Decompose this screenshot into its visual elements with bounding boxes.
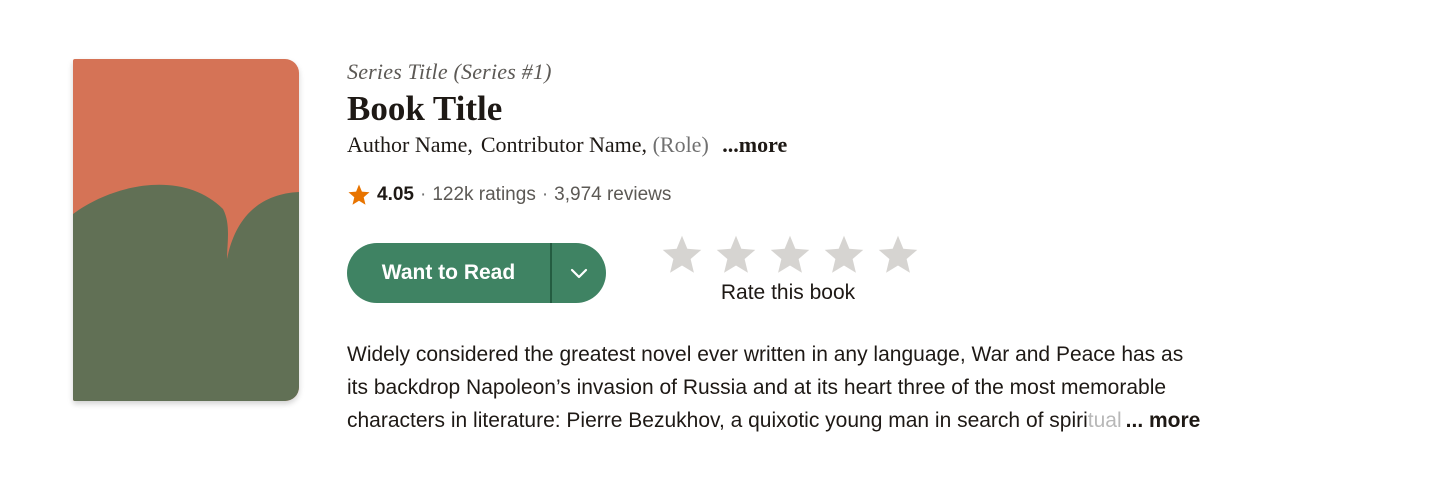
rating-stars: [660, 233, 920, 277]
want-to-read-button[interactable]: Want to Read: [347, 243, 550, 303]
rating-summary[interactable]: 4.05 · 122k ratings · 3,974 reviews: [347, 180, 1307, 210]
description-line: Widely considered the greatest novel eve…: [347, 343, 1184, 366]
separator: ·: [541, 184, 549, 205]
rate-star-4-icon[interactable]: [822, 233, 866, 277]
contributor-name[interactable]: Contributor Name,: [481, 132, 647, 157]
star-icon: [348, 184, 370, 205]
description-line: its backdrop Napoleon’s invasion of Russ…: [347, 376, 1167, 399]
book-description: Widely considered the greatest novel eve…: [347, 338, 1307, 437]
series-title[interactable]: Series Title (Series #1): [347, 58, 1307, 86]
contributor-role: (Role): [652, 132, 709, 157]
book-actions: Want to Read Rate this book: [347, 235, 920, 305]
rate-star-3-icon[interactable]: [768, 233, 812, 277]
rate-this-book-label: Rate this book: [720, 281, 856, 304]
rate-star-2-icon[interactable]: [714, 233, 758, 277]
want-to-read-control: Want to Read: [347, 243, 606, 303]
description-faded-text: tual: [1087, 409, 1122, 432]
chevron-down-icon: [570, 268, 588, 279]
reviews-count[interactable]: 3,974 reviews: [554, 184, 671, 206]
rate-this-book: Rate this book: [660, 233, 920, 305]
description-line: characters in literature: Pierre Bezukho…: [347, 404, 1307, 437]
book-cover-art: [73, 59, 299, 401]
description-text: characters in literature: Pierre Bezukho…: [347, 409, 1088, 432]
ratings-count[interactable]: 122k ratings: [432, 184, 536, 206]
more-authors-link[interactable]: ...more: [722, 132, 787, 157]
description-more-link[interactable]: ... more: [1126, 409, 1201, 432]
rate-star-5-icon[interactable]: [876, 233, 920, 277]
author-line: Author Name, Contributor Name, (Role) ...…: [347, 130, 1307, 160]
average-rating: 4.05: [377, 184, 414, 205]
author-name[interactable]: Author Name,: [347, 132, 473, 157]
book-page: Series Title (Series #1) Book Title Auth…: [0, 0, 1430, 488]
shelf-dropdown-button[interactable]: [552, 243, 606, 303]
book-info: Series Title (Series #1) Book Title Auth…: [347, 58, 1307, 432]
rate-star-1-icon[interactable]: [660, 233, 704, 277]
book-title: Book Title: [347, 89, 503, 128]
book-cover[interactable]: [73, 59, 299, 401]
separator: ·: [419, 184, 427, 205]
